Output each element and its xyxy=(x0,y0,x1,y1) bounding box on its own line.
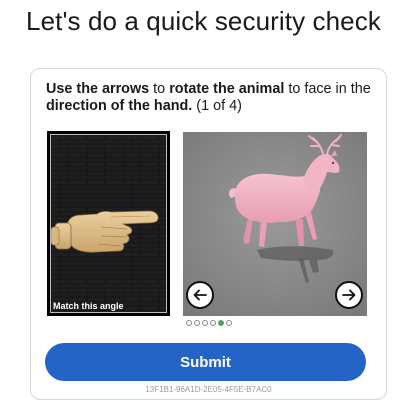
reference-caption: Match this angle xyxy=(53,301,124,311)
reference-image: Match this angle xyxy=(47,131,170,316)
page-title: Let's do a quick security check xyxy=(26,6,381,36)
instruction-emphasis-arrows: Use the arrows xyxy=(46,81,150,97)
session-id: 13F1B1-96A1D-2E05-4F5E-B7AC0 xyxy=(145,385,272,394)
progress-dot xyxy=(209,320,216,326)
progress-dot xyxy=(193,320,200,326)
instruction-emphasis-rotate: rotate the animal xyxy=(169,81,285,97)
rotate-right-button[interactable] xyxy=(335,281,363,309)
challenge-card: Use the arrows to rotate the animal to f… xyxy=(30,68,387,400)
instruction-text: to xyxy=(149,81,170,97)
progress-dot xyxy=(217,320,224,326)
submit-button[interactable]: Submit xyxy=(45,343,366,381)
instruction-emphasis-direction: direction of the hand. xyxy=(46,98,193,114)
progress-dot xyxy=(185,320,192,326)
rotate-left-button[interactable] xyxy=(186,281,214,309)
pointing-hand-image xyxy=(51,135,166,312)
progress-dot xyxy=(201,320,208,326)
challenge-instructions: Use the arrows to rotate the animal to f… xyxy=(46,81,371,115)
arrow-left-icon xyxy=(193,289,207,301)
instruction-counter: (1 of 4) xyxy=(192,98,242,114)
progress-dots xyxy=(31,320,386,326)
instruction-text: to face in the xyxy=(284,81,371,97)
animal-stage xyxy=(183,132,367,316)
progress-dot xyxy=(225,320,232,326)
arrow-right-icon xyxy=(342,289,356,301)
